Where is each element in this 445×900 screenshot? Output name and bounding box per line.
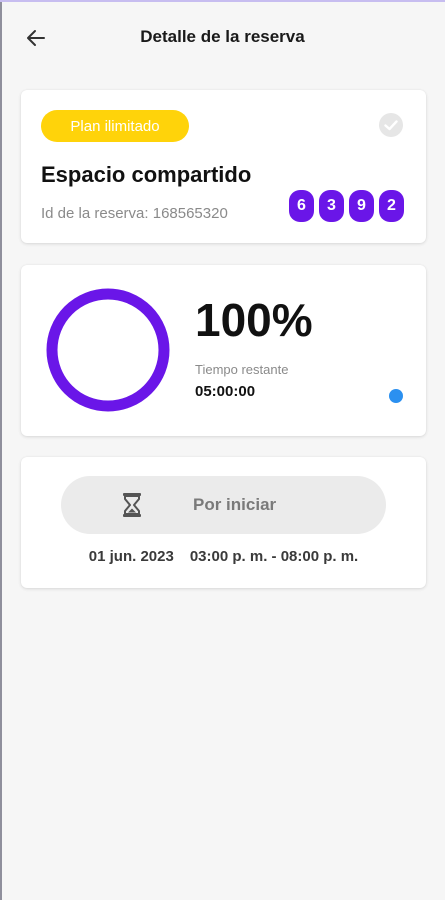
remaining-time-card: 100% Tiempo restante 05:00:00 (21, 265, 426, 436)
hourglass-icon (123, 493, 141, 517)
remaining-time-label: Tiempo restante (195, 362, 289, 377)
status-button[interactable]: Por iniciar (61, 476, 386, 534)
access-code-digit: 6 (289, 190, 314, 222)
plan-badge: Plan ilimitado (41, 110, 189, 142)
reservation-id: Id de la reserva: 168565320 (41, 205, 228, 222)
app-header: Detalle de la reserva (0, 0, 445, 74)
progress-ring (46, 288, 170, 412)
window-edge (0, 0, 2, 900)
status-label: Por iniciar (193, 495, 277, 514)
progress-ring-arc (46, 288, 170, 412)
access-code-digit: 2 (379, 190, 404, 222)
progress-percent: 100% (195, 294, 313, 346)
schedule-row: 01 jun. 2023 03:00 p. m. - 08:00 p. m. (21, 548, 426, 565)
schedule-date: 01 jun. 2023 (88, 548, 174, 565)
access-code-digit: 9 (349, 190, 374, 222)
access-code: 6 3 9 2 (289, 190, 404, 222)
reservation-summary-card: Plan ilimitado Espacio compartido Id de … (21, 90, 426, 243)
page-title: Detalle de la reserva (140, 27, 305, 46)
space-name: Espacio compartido (41, 162, 252, 187)
remaining-time-value: 05:00:00 (195, 383, 256, 400)
access-code-digit: 3 (319, 190, 344, 222)
schedule-card: Por iniciar 01 jun. 2023 03:00 p. m. - 08… (21, 457, 426, 588)
check-circle-icon (379, 113, 403, 137)
status-dot (389, 389, 403, 403)
schedule-time-range: 03:00 p. m. - 08:00 p. m. (189, 548, 359, 565)
